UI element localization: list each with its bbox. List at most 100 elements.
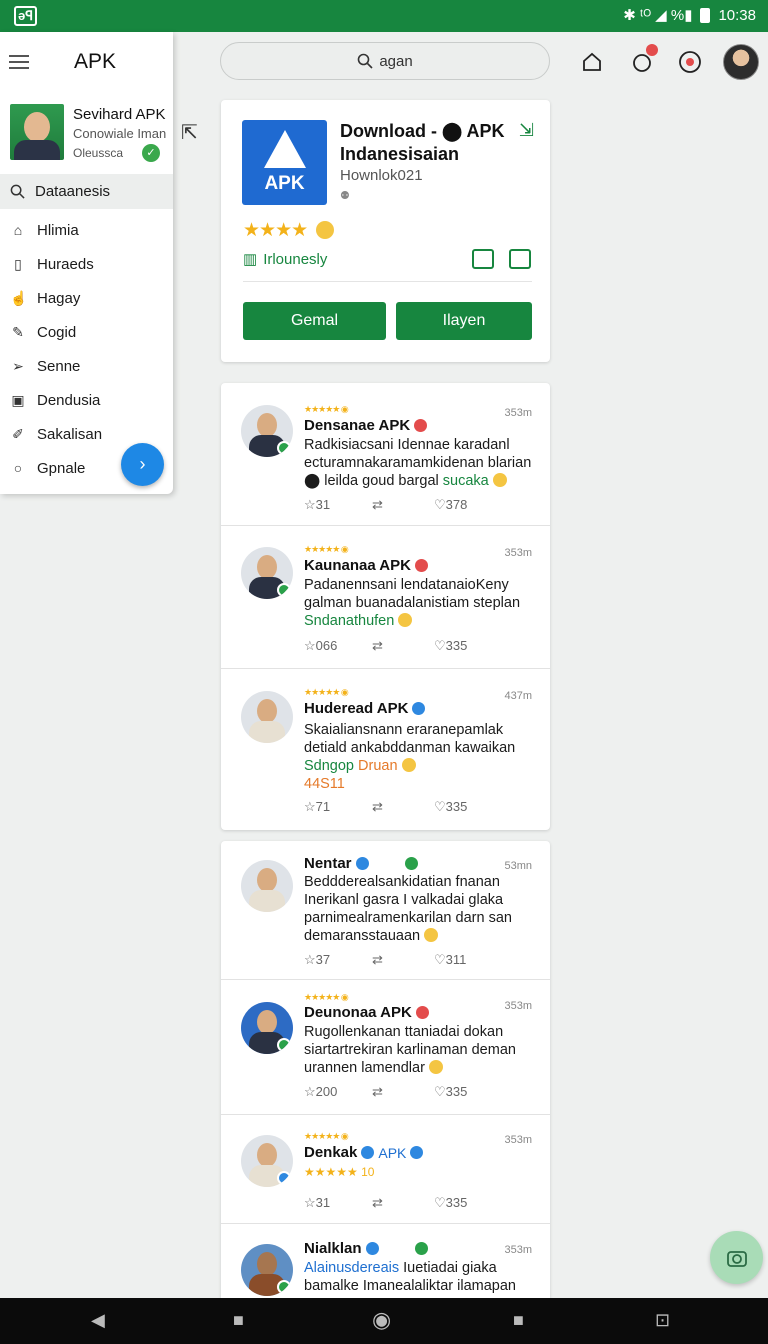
post-body: Beddderealsankidatian fnanan Inerikanl g… bbox=[304, 873, 536, 945]
app-subtitle: Hownlok021 bbox=[340, 167, 423, 184]
post-author: Nentar bbox=[304, 855, 418, 872]
bookmark-icon: ▯ bbox=[14, 255, 22, 272]
profile-menu-button[interactable] bbox=[672, 44, 708, 80]
star-button[interactable]: ☆ 71 bbox=[304, 799, 330, 815]
post-author: Nialklan bbox=[304, 1240, 428, 1257]
image-icon[interactable] bbox=[472, 249, 494, 269]
post-author: Densanae APK bbox=[304, 417, 428, 434]
post-rating: ★★★★★ 10 bbox=[304, 1163, 536, 1181]
mail-icon[interactable] bbox=[509, 249, 531, 269]
drawer-item-label: Dendusia bbox=[37, 391, 101, 409]
avatar bbox=[723, 44, 759, 80]
verified-icon: ✓ bbox=[142, 144, 160, 162]
user-avatar-button[interactable] bbox=[723, 44, 759, 80]
repost-icon[interactable]: ⇄ bbox=[372, 638, 383, 654]
download-icon[interactable]: ⇲ bbox=[519, 120, 534, 141]
list-item[interactable]: ★★★★★ ◉ 353m Deunonaa APK Rugollenkanan … bbox=[221, 980, 550, 1115]
drawer-item-4[interactable]: ✎ Cogid bbox=[0, 315, 173, 349]
home-nav-button[interactable]: ◉ bbox=[372, 1307, 391, 1333]
camera-fab[interactable] bbox=[710, 1231, 763, 1284]
hamburger-icon[interactable] bbox=[9, 51, 29, 73]
recents-button[interactable]: ■ bbox=[513, 1310, 524, 1331]
emoji-icon bbox=[492, 473, 507, 487]
drawer-title: APK bbox=[74, 50, 117, 73]
repost-icon[interactable]: ⇄ bbox=[372, 952, 383, 968]
list-item[interactable]: ★★★★★ ◉ 437m Huderead APK Skaialiansnann… bbox=[221, 669, 550, 830]
feed-card-1: ★★★★★ ◉ 353m Densanae APK Radkisiacsani … bbox=[221, 383, 550, 830]
profile-name: Sevihard APK bbox=[73, 106, 166, 123]
post-time: 353m bbox=[504, 1244, 532, 1256]
list-item[interactable]: ★★★★★ ◉ 353m Kaunanaa APK Padanennsani l… bbox=[221, 526, 550, 669]
drawer-item-3[interactable]: ☝ Hagay bbox=[0, 281, 173, 315]
share-icon[interactable]: ⇱ bbox=[181, 120, 198, 145]
like-button[interactable]: ♡ 378 bbox=[434, 497, 467, 513]
repost-icon[interactable]: ⇄ bbox=[372, 799, 383, 815]
developer-name: Irlounesly bbox=[263, 250, 328, 268]
post-time: 353m bbox=[504, 547, 532, 559]
badge-icon bbox=[415, 1006, 429, 1019]
post-line: demaransstauaan bbox=[304, 928, 421, 944]
globe-icon bbox=[679, 51, 701, 73]
drawer-item-6[interactable]: ▣ Dendusia bbox=[0, 383, 173, 417]
post-actions: ☆ 200 ⇄ ♡ 335 bbox=[304, 1084, 536, 1104]
profile-avatar bbox=[10, 104, 64, 160]
author-name: Huderead APK bbox=[304, 700, 409, 717]
lock-icon: ▣ bbox=[11, 391, 25, 408]
tray-icon[interactable]: ⊡ bbox=[655, 1310, 670, 1331]
drawer-item-label: Hagay bbox=[37, 289, 81, 307]
avatar bbox=[241, 1244, 293, 1296]
star-button[interactable]: ☆ 37 bbox=[304, 952, 330, 968]
more-dots-icon[interactable]: ⚉ bbox=[340, 189, 350, 202]
home-button[interactable] bbox=[574, 44, 610, 80]
drawer-item-1[interactable]: ⌂ Hlimia bbox=[0, 213, 173, 247]
drawer-search-item[interactable]: Dataanesis bbox=[0, 174, 173, 209]
profile-subtitle: Conowiale Iman bbox=[73, 126, 167, 141]
list-item[interactable]: 53mn Nentar Beddderealsankidatian fnanan… bbox=[221, 841, 550, 980]
post-author: Deunonaa APK bbox=[304, 1004, 429, 1021]
like-button[interactable]: ♡ 335 bbox=[434, 638, 467, 654]
list-item[interactable]: 353m Nialklan Alainusdereais Iuetiadai g… bbox=[221, 1224, 550, 1298]
chart-icon: ▥ bbox=[243, 251, 258, 268]
rating-stars: ★★★★ bbox=[243, 220, 308, 241]
like-button[interactable]: ♡ 335 bbox=[434, 799, 467, 815]
repost-icon[interactable]: ⇄ bbox=[372, 1084, 383, 1100]
like-count: 335 bbox=[445, 638, 468, 653]
like-button[interactable]: ♡ 335 bbox=[434, 1195, 467, 1211]
star-button[interactable]: ☆ 200 bbox=[304, 1084, 337, 1100]
star-button[interactable]: ☆ 31 bbox=[304, 497, 330, 513]
developer-row[interactable]: ▥ Irlounesly bbox=[243, 250, 328, 269]
verified-icon bbox=[410, 1146, 424, 1159]
like-button[interactable]: ♡ 335 bbox=[434, 1084, 467, 1100]
drawer-profile[interactable]: Sevihard APK Conowiale Iman Oleussca ✓ bbox=[0, 92, 173, 174]
drawer-next-button[interactable]: › bbox=[121, 443, 164, 486]
search-input[interactable]: agan bbox=[220, 42, 550, 80]
like-count: 311 bbox=[445, 952, 467, 967]
status-bar: ǝꟼ ✱ ᵗᴼ ◢ %▮ 10:38 bbox=[0, 0, 768, 32]
app-title-line1: Download - ⬤ APK bbox=[340, 121, 505, 141]
verified-icon bbox=[412, 702, 426, 715]
star-button[interactable]: ☆ 31 bbox=[304, 1195, 330, 1211]
rating-stars: ★★★★★ ◉ bbox=[304, 404, 349, 414]
square-button[interactable]: ■ bbox=[233, 1310, 244, 1331]
star-count: 31 bbox=[315, 497, 331, 512]
back-button[interactable]: ◀ bbox=[91, 1310, 105, 1331]
primary-button-left[interactable]: Gemal bbox=[243, 302, 386, 340]
primary-button-right[interactable]: Ilayen bbox=[396, 302, 532, 340]
post-highlight: Sndanathufen bbox=[304, 613, 395, 629]
search-icon bbox=[10, 184, 25, 199]
star-button[interactable]: ☆ 066 bbox=[304, 638, 337, 654]
star-count: 066 bbox=[315, 638, 338, 653]
notifications-button[interactable] bbox=[624, 44, 660, 80]
repost-icon[interactable]: ⇄ bbox=[372, 1195, 383, 1211]
post-highlight: sucaka bbox=[442, 473, 489, 489]
drawer-item-2[interactable]: ▯ Huraeds bbox=[0, 247, 173, 281]
drawer-item-5[interactable]: ➢ Senne bbox=[0, 349, 173, 383]
author-name: Denkak bbox=[304, 1144, 358, 1161]
list-item[interactable]: ★★★★★ ◉ 353m Densanae APK Radkisiacsani … bbox=[221, 383, 550, 526]
app-card: APK Download - ⬤ APK Indanesisaian Hownl… bbox=[221, 100, 550, 362]
like-button[interactable]: ♡ 311 bbox=[434, 952, 466, 968]
badge-icon bbox=[414, 1242, 428, 1255]
repost-icon[interactable]: ⇄ bbox=[372, 497, 383, 513]
app-status-logo: ǝꟼ bbox=[14, 6, 38, 26]
list-item[interactable]: ★★★★★ ◉ 353m Denkak APK ★★★★★ 10 ☆ 31 ⇄ ♡… bbox=[221, 1115, 550, 1224]
